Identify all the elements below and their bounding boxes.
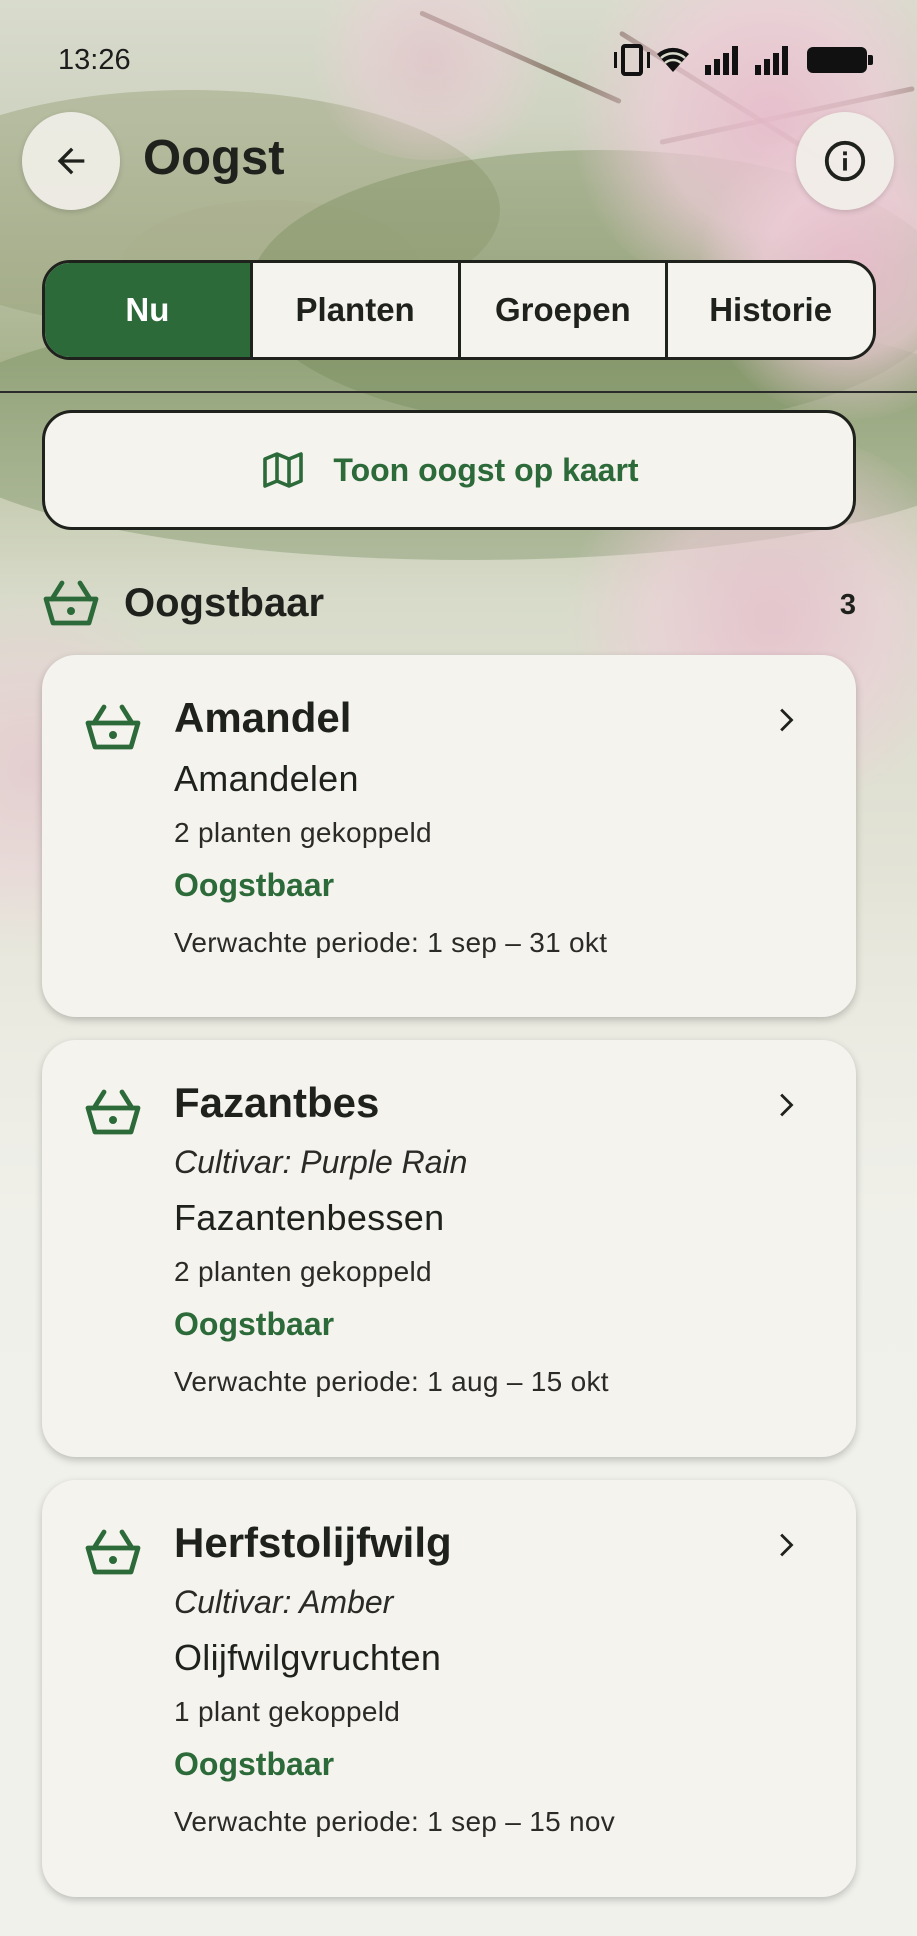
card-plant-count: 2 planten gekoppeld: [174, 817, 432, 848]
card-cultivar: Cultivar: Purple Rain: [174, 1144, 468, 1180]
card-product: Fazantenbessen: [174, 1197, 445, 1238]
chevron-right-icon: [768, 1088, 802, 1127]
card-period: Verwachte periode: 1 sep – 31 okt: [174, 927, 608, 958]
harvest-card[interactable]: Amandel Amandelen 2 planten gekoppeld Oo…: [42, 655, 856, 1017]
card-title: Herfstolijfwilg: [174, 1519, 452, 1566]
signal-icon: [753, 45, 793, 75]
section-title: Oogstbaar: [124, 581, 325, 625]
show-on-map-button[interactable]: Toon oogst op kaart: [42, 410, 856, 530]
section-count: 3: [839, 589, 856, 621]
map-icon: [263, 452, 304, 488]
vibrate-icon: [614, 44, 650, 76]
chevron-right-icon: [768, 703, 802, 742]
harvest-card[interactable]: Fazantbes Cultivar: Purple Rain Fazanten…: [42, 1040, 856, 1457]
card-title: Fazantbes: [174, 1079, 380, 1126]
arrow-left-icon: [57, 147, 85, 175]
status-icons: [614, 44, 873, 76]
basket-icon: [84, 1086, 142, 1143]
card-status: Oogstbaar: [174, 1306, 335, 1342]
card-plant-count: 2 planten gekoppeld: [174, 1256, 432, 1287]
tab-groepen[interactable]: Groepen: [457, 263, 666, 357]
app-bar: Oogst: [0, 110, 917, 210]
card-plant-count: 1 plant gekoppeld: [174, 1696, 401, 1727]
card-product: Olijfwilgvruchten: [174, 1637, 442, 1678]
wifi-icon: [653, 44, 693, 76]
section-header: Oogstbaar 3: [42, 575, 856, 635]
tab-bar: Nu Planten Groepen Historie: [42, 260, 876, 360]
card-product: Amandelen: [174, 758, 359, 799]
harvest-card[interactable]: Herfstolijfwilg Cultivar: Amber Olijfwil…: [42, 1480, 856, 1897]
status-bar: 13:26: [0, 0, 917, 120]
tab-nu[interactable]: Nu: [45, 263, 250, 357]
signal-icon: [703, 45, 743, 75]
show-on-map-label: Toon oogst op kaart: [333, 451, 639, 488]
basket-icon: [42, 577, 100, 634]
card-status: Oogstbaar: [174, 1746, 335, 1782]
tab-historie[interactable]: Historie: [665, 263, 873, 357]
back-button[interactable]: [22, 112, 120, 210]
info-icon: [824, 140, 866, 182]
card-status: Oogstbaar: [174, 867, 335, 903]
card-cultivar: Cultivar: Amber: [174, 1584, 394, 1620]
card-title: Amandel: [174, 694, 352, 741]
battery-icon: [807, 47, 873, 73]
status-time: 13:26: [58, 44, 131, 76]
basket-icon: [84, 701, 142, 758]
page-title: Oogst: [143, 131, 285, 185]
card-period: Verwachte periode: 1 sep – 15 nov: [174, 1806, 616, 1837]
card-period: Verwachte periode: 1 aug – 15 okt: [174, 1366, 609, 1397]
tab-planten[interactable]: Planten: [249, 263, 458, 357]
chevron-right-icon: [768, 1528, 802, 1567]
divider: [0, 391, 917, 393]
basket-icon: [84, 1526, 142, 1583]
info-button[interactable]: [796, 112, 894, 210]
